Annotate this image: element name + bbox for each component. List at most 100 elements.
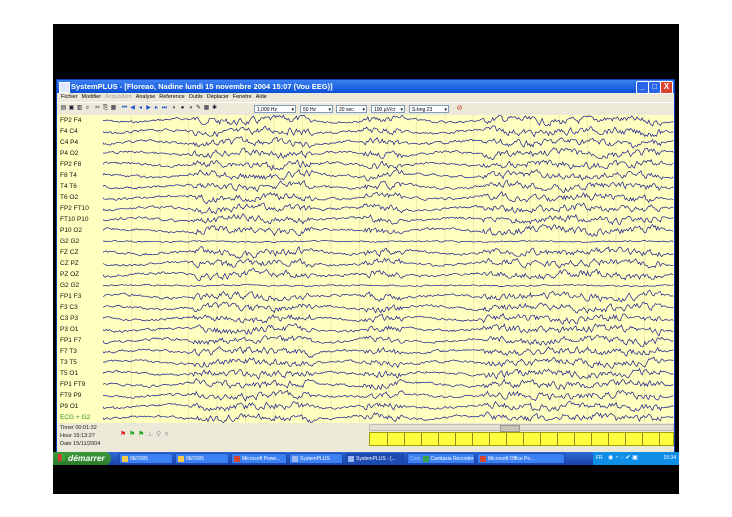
- tray-icons[interactable]: ◉ ◔ ◌ ✔ ▣: [608, 452, 638, 465]
- taskbar-systemplus-active[interactable]: SystemPLUS - [...: [345, 453, 405, 464]
- timebase-value: 20 sec: [339, 107, 354, 113]
- chevron-down-icon: ▾: [400, 107, 403, 113]
- timebase-select[interactable]: 20 sec ▾: [336, 105, 367, 113]
- channel-label[interactable]: F7 T3: [60, 348, 77, 355]
- star-icon[interactable]: ✱: [211, 105, 218, 112]
- channel-label[interactable]: PZ OZ: [60, 271, 79, 278]
- channel-label[interactable]: FP2 FT10: [60, 205, 89, 212]
- recording-overview-bar[interactable]: [369, 432, 674, 446]
- anchor-icon[interactable]: ⊥: [147, 431, 153, 438]
- taskbar-systemplus[interactable]: SystemPLUS: [289, 453, 343, 464]
- copy-icon[interactable]: ⎘: [102, 105, 109, 112]
- channel-label[interactable]: F4 C4: [60, 128, 78, 135]
- montage-value: S-bng.23: [412, 107, 433, 113]
- red-flag-icon[interactable]: ⚑: [120, 431, 126, 438]
- channel-label[interactable]: FP1 FT9: [60, 381, 85, 388]
- start-button[interactable]: démarrer: [53, 452, 111, 465]
- channel-label[interactable]: T3 T5: [60, 359, 77, 366]
- fast-back-icon[interactable]: ◂: [137, 105, 144, 112]
- channel-label[interactable]: T5 O1: [60, 370, 78, 377]
- menu-item-reference[interactable]: Reference: [159, 93, 184, 102]
- channel-label[interactable]: C4 P4: [60, 139, 78, 146]
- channel-label[interactable]: P10 O2: [60, 227, 82, 234]
- menu-item-déplacer[interactable]: Déplacer: [207, 93, 229, 102]
- channel-label[interactable]: P9 O1: [60, 403, 78, 410]
- pen-icon[interactable]: ✎: [195, 105, 202, 112]
- paste-icon[interactable]: ▦: [110, 105, 117, 112]
- menu-bar: Fichier Modifier Acquisition Analyse Referen…: [57, 93, 674, 102]
- menu-item-modifier[interactable]: Modifier: [82, 93, 102, 102]
- trash-icon[interactable]: ▿: [165, 431, 171, 438]
- channel-label[interactable]: P3 O1: [60, 326, 78, 333]
- taskbar-powerpoint[interactable]: Microsoft Powe...: [231, 453, 287, 464]
- pin-icon[interactable]: ⚲: [156, 431, 162, 438]
- last-page-icon[interactable]: ⏭: [161, 105, 168, 112]
- channel-label[interactable]: FP1 F3: [60, 293, 81, 300]
- presentation-slide: SystemPLUS - [Floreao, Nadine lundi 15 n…: [53, 24, 679, 494]
- channel-label[interactable]: T6 O2: [60, 194, 78, 201]
- print-icon[interactable]: ▥: [76, 105, 83, 112]
- save-icon[interactable]: ▣: [68, 105, 75, 112]
- taskbar-folder-1[interactable]: 08/2005: [119, 453, 173, 464]
- horizontal-scrollbar[interactable]: [369, 424, 674, 432]
- stop-icon[interactable]: ⊘: [456, 105, 463, 112]
- channel-label[interactable]: FT10 P10: [60, 216, 89, 223]
- toolbar: ▤ ▣ ▥ ⌕ ✂ ⎘ ▦ ⏮ ◀ ◂ ▶ ▸ ⏭ ◐ ● ◑ ✎ ▦ ✱ 1,…: [57, 102, 674, 116]
- montage-select[interactable]: S-bng.23 ▾: [409, 105, 449, 113]
- overview-tick: [421, 433, 422, 445]
- taskbar-folder-2[interactable]: 08/2005: [175, 453, 229, 464]
- video-icon[interactable]: ◑: [187, 105, 194, 112]
- menu-item-analyse[interactable]: Analyse: [136, 93, 156, 102]
- gain-select[interactable]: 100 µV/cr ▾: [371, 105, 405, 113]
- channel-label[interactable]: G2 G2: [60, 238, 79, 245]
- overview-tick: [438, 433, 439, 445]
- fast-forward-icon[interactable]: ▸: [153, 105, 160, 112]
- task-label: 08/2005: [186, 456, 205, 462]
- channel-label[interactable]: FP1 F7: [60, 337, 81, 344]
- language-indicator[interactable]: FR: [596, 452, 603, 465]
- overview-tick: [642, 433, 643, 445]
- channel-label[interactable]: C3 P3: [60, 315, 78, 322]
- filter-high-select[interactable]: 1,000 Hz ▾: [254, 105, 296, 113]
- open-icon[interactable]: ▤: [60, 105, 67, 112]
- windows-taskbar: démarrer 08/2005 08/2005 Microsoft Powe.…: [53, 452, 679, 465]
- search-icon[interactable]: ⌕: [84, 105, 91, 112]
- taskbar-camtasia[interactable]: Com Camtasia Recorder: [407, 453, 475, 464]
- record-icon[interactable]: ●: [179, 105, 186, 112]
- rewind-icon[interactable]: ◀: [129, 105, 136, 112]
- menu-item-outils[interactable]: Outils: [189, 93, 203, 102]
- menu-item-aide[interactable]: Aide: [256, 93, 267, 102]
- overview-tick: [540, 433, 541, 445]
- taskbar-office[interactable]: Microsoft Office Po...: [477, 453, 565, 464]
- channel-label[interactable]: F8 T4: [60, 172, 77, 179]
- channel-label[interactable]: FT9 P9: [60, 392, 81, 399]
- marker-icon[interactable]: ◐: [171, 105, 178, 112]
- channel-label[interactable]: ECG + G2: [60, 414, 90, 421]
- channel-label[interactable]: CZ PZ: [60, 260, 79, 267]
- title-bar[interactable]: SystemPLUS - [Floreao, Nadine lundi 15 n…: [57, 80, 674, 94]
- first-page-icon[interactable]: ⏮: [121, 105, 128, 112]
- eeg-trace-area[interactable]: FP2 F4 F4 C4 C4 P4 P4 O2 FP2 F8 F8 T4 T4 T6 T6 …: [57, 115, 674, 423]
- channel-label[interactable]: G2 G2: [60, 282, 79, 289]
- camtasia-icon: [422, 455, 429, 462]
- menu-item-fenetre[interactable]: Fenetre: [233, 93, 252, 102]
- filter-high-value: 1,000 Hz: [257, 107, 278, 113]
- channel-label[interactable]: FZ CZ: [60, 249, 78, 256]
- overview-tick: [523, 433, 524, 445]
- scroll-thumb[interactable]: [500, 425, 520, 432]
- powerpoint-icon: [234, 455, 240, 462]
- channel-label[interactable]: FP2 F8: [60, 161, 81, 168]
- overview-tick: [608, 433, 609, 445]
- channel-label[interactable]: FP2 F4: [60, 117, 81, 124]
- green-flag-icon[interactable]: ⚑: [138, 431, 144, 438]
- menu-item-acquisition[interactable]: Acquisition: [105, 93, 132, 102]
- play-icon[interactable]: ▶: [145, 105, 152, 112]
- channel-label[interactable]: T4 T6: [60, 183, 77, 190]
- channel-label[interactable]: P4 O2: [60, 150, 78, 157]
- cut-icon[interactable]: ✂: [94, 105, 101, 112]
- filter-low-select[interactable]: 50 Hz ▾: [300, 105, 333, 113]
- green-flag-icon[interactable]: ⚑: [129, 431, 135, 438]
- calc-icon[interactable]: ▦: [203, 105, 210, 112]
- menu-item-fichier[interactable]: Fichier: [61, 93, 78, 102]
- channel-label[interactable]: F3 C3: [60, 304, 78, 311]
